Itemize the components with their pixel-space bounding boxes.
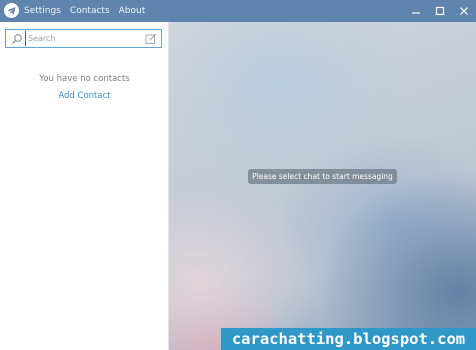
minimize-icon xyxy=(412,12,420,14)
close-icon xyxy=(460,7,468,15)
main-menu: Settings Contacts About xyxy=(24,0,145,22)
chat-area: Please select chat to start messaging xyxy=(169,22,476,350)
menu-about[interactable]: About xyxy=(119,6,146,16)
title-bar: Settings Contacts About xyxy=(0,0,476,22)
no-contacts-message: You have no contacts xyxy=(39,74,130,84)
minimize-button[interactable] xyxy=(404,0,428,22)
contacts-sidebar: You have no contacts Add Contact xyxy=(0,22,169,350)
compose-icon[interactable] xyxy=(145,33,157,45)
telegram-logo-icon xyxy=(4,3,19,18)
search-box xyxy=(5,29,162,48)
close-button[interactable] xyxy=(452,0,476,22)
search-icon xyxy=(12,34,22,44)
search-input[interactable] xyxy=(25,31,144,46)
watermark-banner: carachatting.blogspot.com xyxy=(221,328,476,350)
menu-settings[interactable]: Settings xyxy=(24,6,61,16)
window-controls xyxy=(404,0,476,22)
maximize-icon xyxy=(435,6,445,16)
select-chat-message: Please select chat to start messaging xyxy=(248,169,397,184)
add-contact-link[interactable]: Add Contact xyxy=(0,91,169,101)
maximize-button[interactable] xyxy=(428,0,452,22)
menu-contacts[interactable]: Contacts xyxy=(70,6,110,16)
